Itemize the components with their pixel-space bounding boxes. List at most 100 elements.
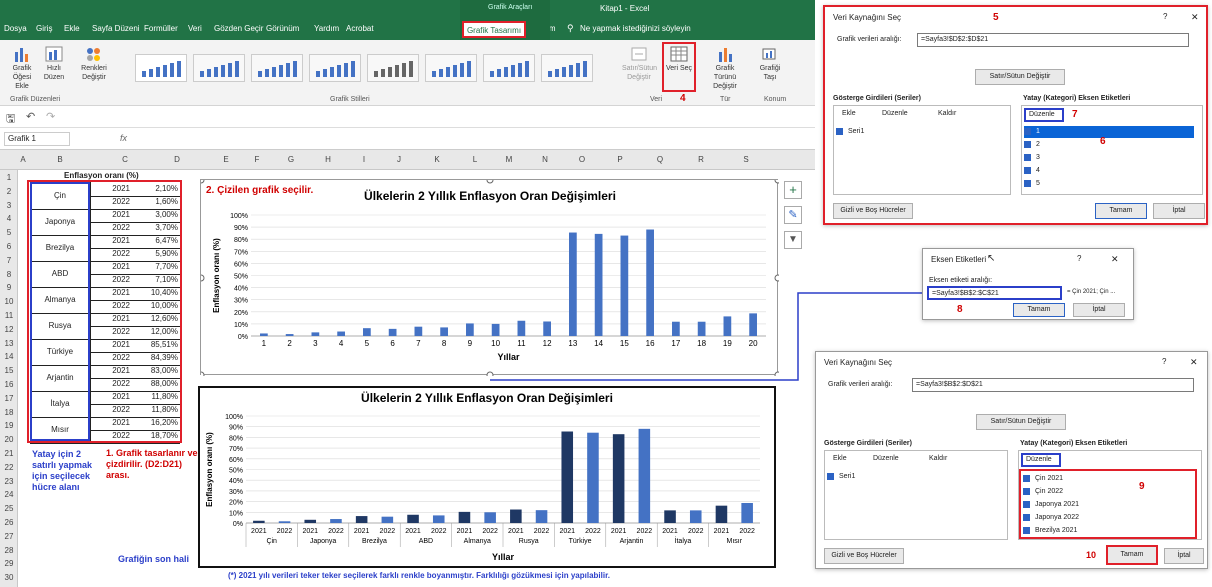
chart-elements-icon[interactable]: + [784, 181, 802, 199]
column-header[interactable]: F [247, 155, 267, 164]
search-icon[interactable]: ⚲ [567, 23, 574, 34]
close-icon[interactable]: ✕ [1111, 254, 1119, 265]
row-header[interactable]: 22 [0, 463, 18, 472]
bar[interactable] [466, 323, 474, 336]
cancel-button[interactable]: İptal [1164, 548, 1204, 564]
row-header[interactable]: 8 [0, 270, 18, 279]
column-header[interactable]: A [13, 155, 33, 164]
bar[interactable] [715, 505, 728, 523]
bar[interactable] [491, 323, 500, 336]
help-icon[interactable]: ? [1162, 357, 1166, 366]
resize-handle[interactable] [197, 274, 205, 282]
chart-style-thumbnail[interactable] [135, 54, 187, 82]
row-header[interactable]: 24 [0, 490, 18, 499]
axis-item[interactable]: 1 [1024, 126, 1194, 138]
help-icon[interactable]: ? [1163, 12, 1167, 21]
chart-styles-gallery[interactable] [125, 46, 605, 92]
add-series-button[interactable]: Ekle [842, 110, 856, 117]
column-header[interactable]: E [216, 155, 236, 164]
move-chart-button[interactable]: Grafiği Taşı [756, 46, 784, 82]
bar[interactable] [407, 514, 419, 523]
redo-icon[interactable]: ↷ [46, 110, 55, 123]
chart-filter-icon[interactable]: ▼ [784, 231, 802, 249]
remove-series-button[interactable]: Kaldır [929, 455, 947, 462]
bar[interactable] [440, 327, 448, 336]
change-chart-type-button[interactable]: Grafik Türünü Değiştir [704, 46, 746, 91]
range-input[interactable]: =Sayfa3!$B$2:$D$21 [912, 378, 1194, 392]
cancel-button[interactable]: İptal [1073, 303, 1125, 317]
bar[interactable] [749, 313, 757, 336]
tab-6[interactable]: Gözden Geçir [214, 24, 263, 33]
bar[interactable] [535, 510, 548, 523]
row-header[interactable]: 15 [0, 366, 18, 375]
bar[interactable] [432, 515, 445, 523]
resize-handle[interactable] [774, 274, 782, 282]
resize-handle[interactable] [774, 371, 782, 379]
column-header[interactable]: O [572, 155, 592, 164]
row-header[interactable]: 27 [0, 532, 18, 541]
edit-axis-button[interactable]: Düzenle [1021, 453, 1061, 467]
edit-series-button[interactable]: Düzenle [882, 110, 908, 117]
series-item[interactable]: Seri1 [827, 471, 1005, 483]
column-header[interactable]: N [535, 155, 555, 164]
row-header[interactable]: 28 [0, 546, 18, 555]
row-header[interactable]: 3 [0, 201, 18, 210]
row-header[interactable]: 23 [0, 477, 18, 486]
bar[interactable] [561, 431, 574, 523]
row-header[interactable]: 9 [0, 283, 18, 292]
row-header[interactable]: 12 [0, 325, 18, 334]
row-header[interactable]: 25 [0, 504, 18, 513]
axis-item[interactable]: 4 [1024, 165, 1194, 177]
row-header[interactable]: 13 [0, 339, 18, 348]
bar[interactable] [723, 316, 732, 336]
column-header[interactable]: C [115, 155, 135, 164]
row-header[interactable]: 10 [0, 297, 18, 306]
close-icon[interactable]: ✕ [1191, 12, 1199, 23]
quick-layout-button[interactable]: Hızlı Düzen [40, 46, 68, 82]
tab-9[interactable]: Acrobat [346, 24, 374, 33]
row-header[interactable]: 30 [0, 573, 18, 582]
edit-series-button[interactable]: Düzenle [873, 455, 899, 462]
tab-grafik-tasarimi[interactable]: Grafik Tasarımı [462, 21, 526, 38]
bar[interactable] [458, 511, 471, 523]
row-header[interactable]: 17 [0, 394, 18, 403]
row-header[interactable]: 4 [0, 214, 18, 223]
bar[interactable] [388, 328, 397, 336]
tab-2[interactable]: Ekle [64, 24, 80, 33]
row-header[interactable]: 21 [0, 449, 18, 458]
row-header[interactable]: 7 [0, 256, 18, 265]
column-header[interactable]: G [281, 155, 301, 164]
tab-0[interactable]: Dosya [4, 24, 27, 33]
row-header[interactable]: 6 [0, 242, 18, 251]
column-header[interactable]: Q [650, 155, 670, 164]
switch-row-column-button[interactable]: Satır/Sütun Değiştir [976, 414, 1066, 430]
resize-handle[interactable] [197, 176, 205, 184]
bar[interactable] [510, 509, 522, 523]
bar[interactable] [330, 519, 342, 523]
bar[interactable] [646, 229, 654, 336]
chart-styles-brush-icon[interactable]: ✎ [784, 206, 802, 224]
bar[interactable] [672, 321, 680, 336]
chart-2[interactable]: Ülkelerin 2 Yıllık Enflasyon Oran Değişi… [198, 386, 776, 568]
tab-5[interactable]: Veri [188, 24, 202, 33]
chart-style-thumbnail[interactable] [367, 54, 419, 82]
hidden-cells-button[interactable]: Gizli ve Boş Hücreler [833, 203, 913, 219]
bar[interactable] [594, 233, 603, 336]
bar[interactable] [612, 434, 625, 523]
bar[interactable] [484, 512, 496, 523]
row-header[interactable]: 19 [0, 421, 18, 430]
switch-row-column-button[interactable]: Satır/Sütun Değiştir [975, 69, 1065, 85]
bar[interactable] [689, 510, 702, 523]
column-header[interactable]: J [389, 155, 409, 164]
series-item[interactable]: Seri1 [836, 126, 1008, 138]
resize-handle[interactable] [197, 371, 205, 379]
chart-style-thumbnail[interactable] [251, 54, 303, 82]
bar[interactable] [638, 428, 651, 523]
axis-item[interactable]: Çin 2021 [1023, 473, 1193, 485]
ok-button[interactable]: Tamam [1013, 303, 1065, 317]
row-header[interactable]: 2 [0, 187, 18, 196]
axis-item[interactable]: 3 [1024, 152, 1194, 164]
axis-item[interactable]: 5 [1024, 178, 1194, 190]
axis-item[interactable]: Japonya 2021 [1023, 499, 1193, 511]
tab-3[interactable]: Sayfa Düzeni [92, 24, 140, 33]
